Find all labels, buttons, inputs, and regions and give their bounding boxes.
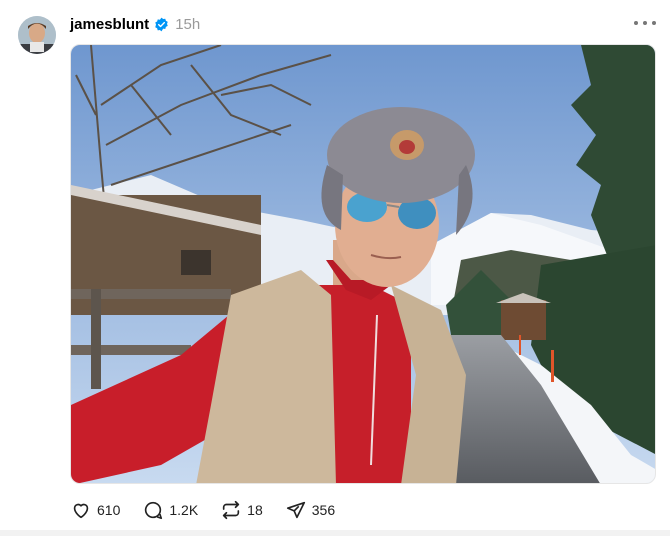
like-count: 610 bbox=[97, 502, 121, 518]
username[interactable]: jamesblunt bbox=[70, 16, 149, 33]
reply-count: 1.2K bbox=[169, 502, 199, 518]
photo bbox=[71, 45, 655, 483]
heart-icon bbox=[73, 503, 89, 519]
share-icon bbox=[286, 501, 305, 519]
post-header: jamesblunt 15h bbox=[70, 12, 200, 36]
reply-button[interactable]: 1.2K bbox=[142, 499, 198, 521]
verified-badge-icon bbox=[154, 17, 169, 32]
repost-count: 18 bbox=[247, 502, 263, 518]
profile-photo bbox=[18, 16, 56, 54]
comment-icon bbox=[145, 501, 163, 520]
post-time: 15h bbox=[175, 15, 201, 33]
more-horizontal-icon[interactable] bbox=[634, 14, 656, 32]
divider bbox=[0, 530, 670, 536]
repost-icon bbox=[223, 500, 240, 520]
like-button[interactable]: 610 bbox=[70, 499, 120, 521]
action-bar: 610 1.2K 18 356 bbox=[70, 498, 357, 522]
share-button[interactable]: 356 bbox=[285, 499, 335, 521]
avatar[interactable] bbox=[18, 16, 56, 54]
post-image[interactable] bbox=[70, 44, 656, 484]
repost-button[interactable]: 18 bbox=[220, 499, 263, 521]
share-count: 356 bbox=[311, 502, 336, 518]
